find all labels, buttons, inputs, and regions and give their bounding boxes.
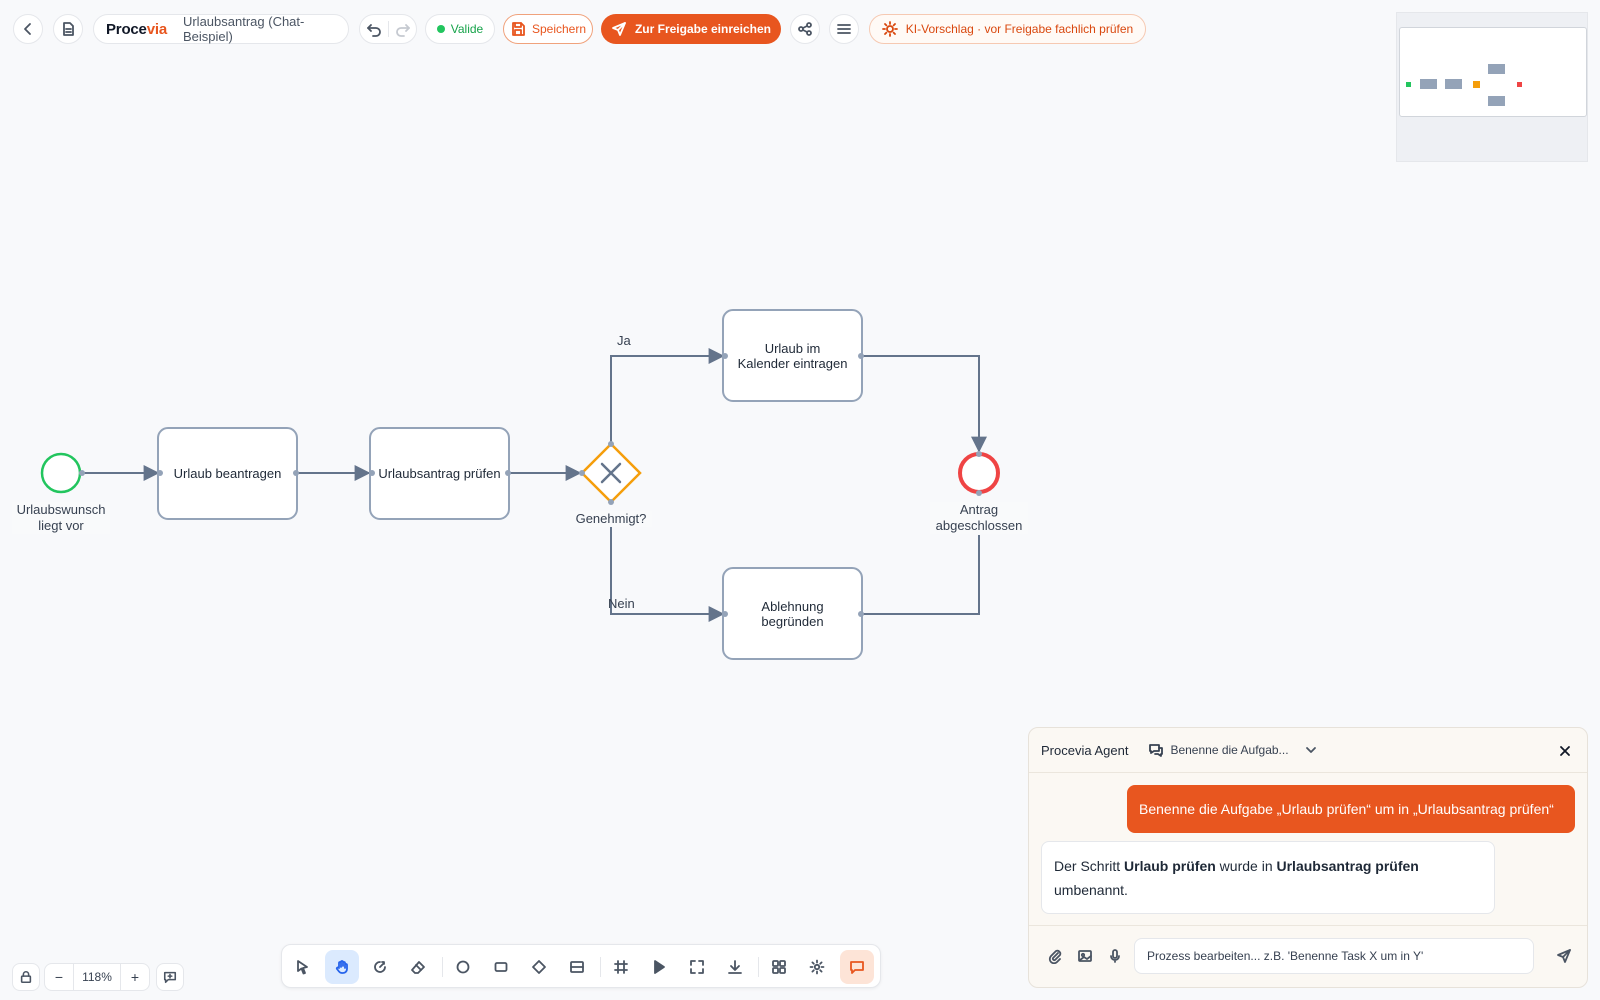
connection-handle[interactable] <box>579 470 585 476</box>
chat-icon <box>850 961 864 974</box>
task-label: Ablehnung begründen <box>761 598 824 629</box>
start-event[interactable] <box>40 452 82 494</box>
download-icon <box>728 960 742 974</box>
tool-event[interactable] <box>446 950 480 984</box>
tool-settings[interactable] <box>800 950 834 984</box>
toolbar-divider <box>600 957 601 977</box>
tool-apps[interactable] <box>762 950 796 984</box>
flow-yes[interactable] <box>610 348 725 444</box>
apps-icon <box>772 960 786 974</box>
edge-label-no: Nein <box>608 596 635 611</box>
toolbar-divider <box>758 957 759 977</box>
tool-gateway[interactable] <box>522 950 556 984</box>
image-icon[interactable] <box>1077 948 1093 964</box>
grid-icon <box>614 960 628 974</box>
play-icon <box>654 960 665 974</box>
lasso-icon <box>374 961 386 973</box>
end-event[interactable] <box>958 452 1000 494</box>
tool-fit-view[interactable] <box>680 950 714 984</box>
tool-lasso[interactable] <box>363 950 397 984</box>
attachment-icon[interactable] <box>1047 948 1063 964</box>
pointer-icon <box>297 960 308 975</box>
zoom-out-button[interactable]: − <box>45 964 73 990</box>
bottom-toolbar <box>281 944 881 988</box>
close-icon <box>1560 746 1570 756</box>
microphone-icon[interactable] <box>1107 948 1123 964</box>
connection-handle[interactable] <box>976 451 982 457</box>
tool-grid[interactable] <box>604 950 638 984</box>
comment-button[interactable] <box>156 963 184 991</box>
chat-header: Procevia Agent Benenne die Aufgab... <box>1029 728 1587 773</box>
gateway-label: Genehmigt? <box>570 511 652 527</box>
eraser-icon <box>411 961 425 974</box>
chat-input[interactable] <box>1134 938 1534 974</box>
hand-icon <box>335 960 348 974</box>
agent-message: Der Schritt Urlaub prüfen wurde in Urlau… <box>1041 841 1495 914</box>
tool-simulate[interactable] <box>642 950 676 984</box>
lock-icon <box>20 971 32 984</box>
connection-handle[interactable] <box>608 499 614 505</box>
toolbar-divider <box>442 957 443 977</box>
tool-chat[interactable] <box>840 950 874 984</box>
connection-handle[interactable] <box>976 490 982 496</box>
tool-download[interactable] <box>718 950 752 984</box>
chat-input-row <box>1029 925 1587 987</box>
user-message: Benenne die Aufgabe „Urlaub prüfen“ um i… <box>1127 785 1575 833</box>
tool-task[interactable] <box>484 950 518 984</box>
tool-eraser[interactable] <box>401 950 435 984</box>
close-chat-button[interactable] <box>1555 741 1575 761</box>
tool-pool[interactable] <box>560 950 594 984</box>
edge-label-yes: Ja <box>617 333 631 348</box>
task-label: Urlaub beantragen <box>173 466 282 481</box>
thread-title: Benenne die Aufgab... <box>1170 743 1289 757</box>
sequence-flow[interactable] <box>862 355 987 453</box>
zoom-level: 118% <box>73 964 121 990</box>
diamond-icon <box>532 960 546 974</box>
settings-icon <box>809 959 825 975</box>
rectangle-icon <box>494 962 508 972</box>
connection-handle[interactable] <box>79 470 85 476</box>
circle-icon <box>456 960 470 974</box>
zoom-in-button[interactable]: + <box>121 964 149 990</box>
connection-handle[interactable] <box>608 441 614 447</box>
pool-icon <box>570 961 584 973</box>
chat-title: Procevia Agent <box>1041 742 1129 758</box>
agent-chat-panel: Procevia Agent Benenne die Aufgab... Ben… <box>1028 727 1588 988</box>
fit-screen-icon <box>690 960 704 974</box>
sequence-flow[interactable] <box>862 535 980 615</box>
chevron-down-icon <box>1305 747 1316 753</box>
task-label: Urlaubsantrag prüfen <box>378 466 501 481</box>
send-message-icon[interactable] <box>1556 948 1572 964</box>
lock-button[interactable] <box>12 963 40 991</box>
tool-select[interactable] <box>286 950 320 984</box>
start-event-label: Urlaubswunsch liegt vor <box>12 502 110 534</box>
conversation-icon <box>1149 744 1164 757</box>
task-label: Urlaub im Kalender eintragen <box>737 340 848 371</box>
add-comment-icon <box>163 971 177 984</box>
zoom-controls: − 118% + <box>44 963 150 991</box>
end-event-label: Antrag abgeschlossen <box>930 502 1028 534</box>
thread-selector[interactable]: Benenne die Aufgab... <box>1148 742 1318 758</box>
tool-pan[interactable] <box>325 950 359 984</box>
